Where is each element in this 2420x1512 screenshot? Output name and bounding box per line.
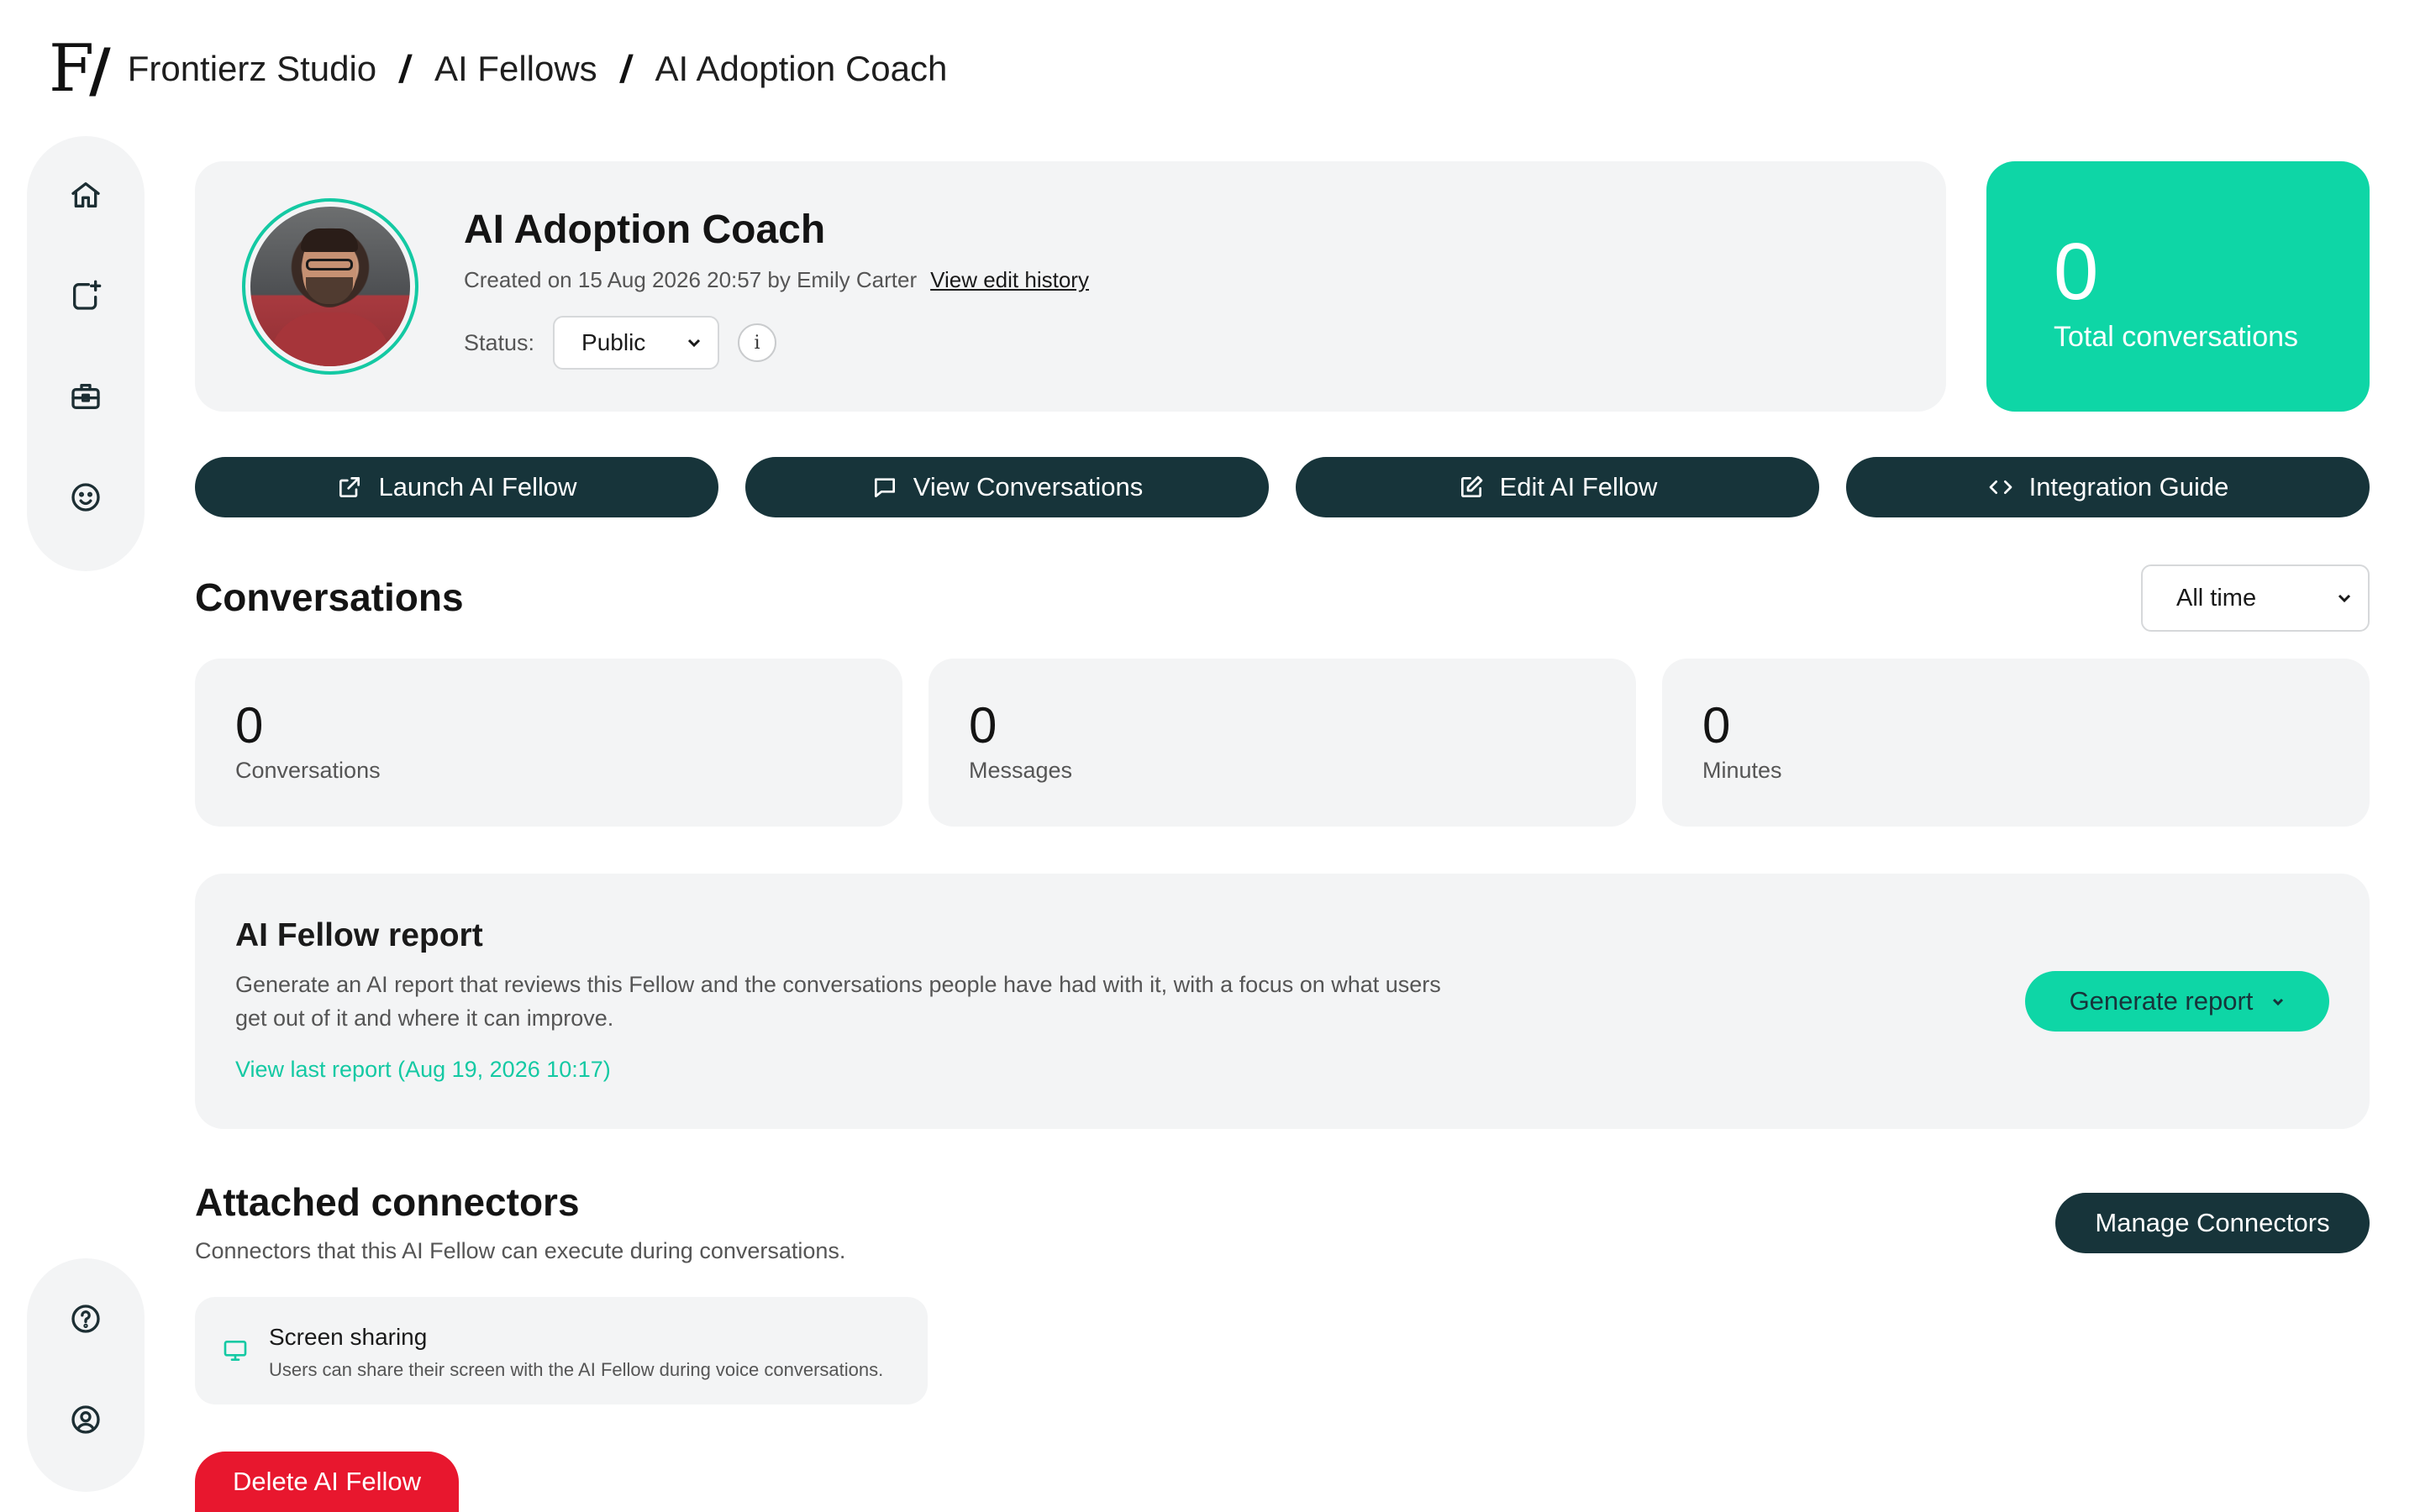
page-title: AI Adoption Coach (464, 207, 826, 252)
breadcrumb-separator: / (618, 47, 635, 91)
briefcase-icon[interactable] (69, 380, 103, 413)
breadcrumb-separator: / (397, 47, 414, 91)
avatar (242, 198, 418, 375)
total-conversations-value: 0 (2054, 227, 2099, 317)
action-bar: Launch AI Fellow View Conversations Edit… (195, 457, 2370, 517)
connectors-heading: Attached connectors (195, 1180, 580, 1224)
launch-label: Launch AI Fellow (378, 472, 577, 501)
stat-label: Conversations (235, 758, 381, 783)
chevron-down-icon (2338, 594, 2351, 603)
status-row: Status: Public i (464, 316, 777, 370)
edit-label: Edit AI Fellow (1499, 472, 1658, 501)
account-icon[interactable] (69, 1403, 103, 1436)
delete-ai-fellow-button[interactable]: Delete AI Fellow (195, 1452, 459, 1512)
connector-card[interactable]: Screen sharing Users can share their scr… (195, 1297, 928, 1404)
sidebar-nav (27, 136, 145, 571)
breadcrumb-ai-fellows[interactable]: AI Fellows (434, 49, 597, 89)
stat-card-minutes: 0 Minutes (1662, 659, 2370, 827)
breadcrumb-current: AI Adoption Coach (655, 49, 948, 88)
brand-logo[interactable]: F/ (49, 36, 111, 102)
view-last-report-link[interactable]: View last report (Aug 19, 2026 10:17) (235, 1057, 611, 1083)
created-text: Created on 15 Aug 2026 20:57 by Emily Ca… (464, 267, 918, 292)
breadcrumb-workspace[interactable]: Frontierz Studio (128, 49, 376, 89)
monitor-icon (222, 1337, 249, 1364)
launch-ai-fellow-button[interactable]: Launch AI Fellow (195, 457, 718, 517)
stat-value: 0 (969, 697, 997, 753)
generate-report-button[interactable]: Generate report (2025, 971, 2329, 1032)
report-title: AI Fellow report (235, 917, 483, 953)
view-conversations-label: View Conversations (913, 472, 1144, 501)
connectors-subtitle: Connectors that this AI Fellow can execu… (195, 1238, 846, 1263)
edit-ai-fellow-button[interactable]: Edit AI Fellow (1296, 457, 1819, 517)
edit-icon (1460, 475, 1482, 497)
stat-value: 0 (1702, 697, 1731, 753)
generate-report-label: Generate report (2069, 986, 2254, 1016)
help-icon[interactable] (69, 1302, 103, 1336)
created-meta: Created on 15 Aug 2026 20:57 by Emily Ca… (464, 267, 1089, 293)
total-conversations-card: 0 Total conversations (1986, 161, 2370, 412)
stat-card-conversations: 0 Conversations (195, 659, 902, 827)
info-icon[interactable]: i (738, 323, 777, 362)
conversations-heading: Conversations (195, 575, 464, 619)
chevron-down-icon (2273, 998, 2284, 1006)
stat-card-messages: 0 Messages (929, 659, 1636, 827)
view-edit-history-link[interactable]: View edit history (930, 267, 1089, 293)
chat-bubble-icon (874, 478, 895, 497)
stat-value: 0 (235, 697, 264, 753)
sidebar-utilities (27, 1258, 145, 1492)
report-description: Generate an AI report that reviews this … (235, 972, 1441, 1031)
stat-label: Messages (969, 758, 1073, 783)
external-link-icon (339, 477, 360, 497)
ai-fellow-report-card: AI Fellow report Generate an AI report t… (195, 874, 2370, 1129)
total-conversations-label: Total conversations (2054, 321, 2299, 353)
connector-description: Users can share their screen with the AI… (269, 1359, 884, 1380)
chevron-down-icon (687, 339, 701, 348)
integration-label: Integration Guide (2028, 472, 2229, 501)
status-select[interactable]: Public (553, 316, 720, 370)
fellow-profile-card: AI Adoption Coach Created on 15 Aug 2026… (195, 161, 1946, 412)
status-value: Public (581, 329, 646, 355)
new-item-icon[interactable] (69, 279, 103, 312)
status-label: Status: (464, 329, 535, 355)
breadcrumb: F/ Frontierz Studio / AI Fellows / AI Ad… (49, 25, 947, 113)
manage-connectors-button[interactable]: Manage Connectors (2055, 1193, 2370, 1253)
home-icon[interactable] (69, 178, 103, 212)
smiley-icon[interactable] (69, 480, 103, 514)
time-range-select[interactable]: All time (2141, 564, 2370, 632)
stat-label: Minutes (1702, 758, 1782, 783)
connector-name: Screen sharing (269, 1324, 428, 1350)
code-icon (1989, 480, 2012, 494)
view-conversations-button[interactable]: View Conversations (745, 457, 1269, 517)
integration-guide-button[interactable]: Integration Guide (1846, 457, 2370, 517)
time-range-value: All time (2176, 584, 2257, 612)
